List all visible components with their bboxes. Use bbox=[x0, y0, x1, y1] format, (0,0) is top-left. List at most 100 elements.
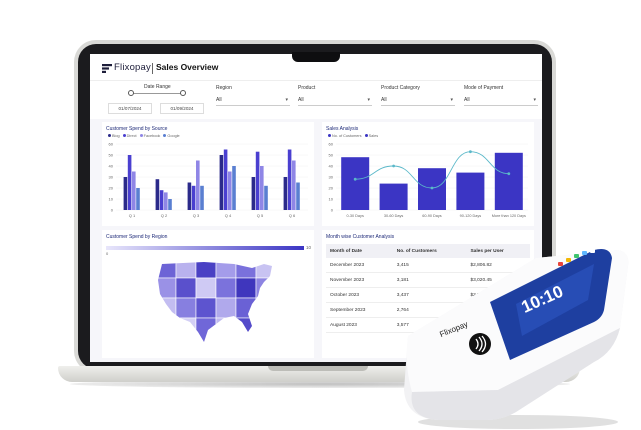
bar-google[interactable] bbox=[200, 185, 204, 210]
bar-facebook[interactable] bbox=[292, 160, 296, 211]
cell-month: October 2023 bbox=[326, 287, 393, 303]
sales-analysis-chart: 60 50 40 30 20 10 0 0-30 Days 30-60 Days 60-90 Da… bbox=[329, 141, 528, 218]
product-category-select[interactable]: All ▾ bbox=[381, 97, 455, 106]
product-category-select-value: All bbox=[381, 97, 387, 103]
bar-customers[interactable] bbox=[456, 172, 485, 210]
legend-swatch bbox=[139, 134, 143, 137]
legend-label: No. of Customers bbox=[332, 134, 362, 138]
bar-facebook[interactable] bbox=[228, 171, 232, 211]
mode-of-payment-label: Mode of Payment bbox=[464, 85, 504, 91]
bar-direct[interactable] bbox=[255, 151, 260, 210]
cell-month: November 2023 bbox=[326, 272, 393, 288]
bar-blog[interactable] bbox=[219, 155, 224, 210]
legend-label: Google bbox=[167, 134, 180, 138]
bar-google[interactable] bbox=[136, 188, 140, 210]
bar-google[interactable] bbox=[264, 185, 268, 210]
legend-swatch bbox=[122, 134, 126, 137]
spend-by-region-card: Customer Spend by Region 0 10 bbox=[102, 230, 314, 358]
spend-by-source-chart: 60 50 40 30 20 10 0 Q 1 Q 2 Q 3 Q 4 Q 5 Q 6 bbox=[109, 141, 308, 218]
contactless-icon bbox=[469, 333, 491, 355]
laptop-notch bbox=[292, 52, 340, 62]
sales-analysis-card: Sales Analysis No. of Customers Sales 60… bbox=[322, 122, 534, 226]
y-tick-label: 20 bbox=[329, 185, 334, 190]
bar-facebook[interactable] bbox=[196, 160, 200, 211]
region-select[interactable]: All ▾ bbox=[216, 97, 290, 106]
bar-blog[interactable] bbox=[283, 177, 288, 210]
mode-of-payment-select[interactable]: All ▾ bbox=[464, 97, 538, 106]
sales-point[interactable] bbox=[507, 172, 511, 176]
app-icon bbox=[558, 262, 563, 266]
header-divider bbox=[152, 63, 153, 74]
sales-point[interactable] bbox=[469, 150, 472, 154]
x-tick-label: Q 1 bbox=[129, 213, 136, 218]
bar-blog[interactable] bbox=[187, 182, 192, 211]
spend-by-source-card: Customer Spend by Source Blog Direct Fac… bbox=[102, 122, 314, 226]
mode-of-payment-select-value: All bbox=[464, 97, 470, 103]
spend-by-region-title: Customer Spend by Region bbox=[106, 234, 168, 240]
chevron-down-icon: ▾ bbox=[367, 97, 370, 103]
x-tick-label: 30-60 Days bbox=[384, 214, 404, 218]
bar-google[interactable] bbox=[232, 166, 236, 210]
bar-direct[interactable] bbox=[159, 190, 164, 210]
bar-direct[interactable] bbox=[127, 155, 132, 210]
y-tick-label: 0 bbox=[111, 207, 114, 212]
chevron-down-icon: ▾ bbox=[285, 97, 288, 103]
legend-swatch bbox=[163, 134, 167, 137]
legend-label: Direct bbox=[126, 134, 137, 138]
column-header[interactable]: Month of Date bbox=[326, 244, 393, 258]
sales-point[interactable] bbox=[392, 164, 395, 168]
spend-by-source-title: Customer Spend by Source bbox=[106, 126, 168, 132]
cell-month: August 2023 bbox=[326, 317, 393, 333]
date-range-slider[interactable] bbox=[128, 90, 186, 96]
region-color-scale bbox=[106, 246, 304, 250]
brand-name: Flixopay bbox=[114, 62, 151, 73]
sales-point[interactable] bbox=[353, 177, 357, 181]
bar-customers[interactable] bbox=[341, 157, 370, 210]
us-region-map[interactable] bbox=[156, 258, 276, 346]
bar-customers[interactable] bbox=[494, 152, 523, 210]
region-scale-min: 0 bbox=[106, 251, 109, 256]
bar-blog[interactable] bbox=[123, 177, 128, 210]
date-range-label: Date Range bbox=[144, 84, 171, 90]
chevron-down-icon: ▾ bbox=[533, 97, 536, 103]
y-tick-label: 60 bbox=[109, 141, 114, 146]
page-title: Sales Overview bbox=[156, 62, 219, 72]
date-range-end-handle[interactable] bbox=[180, 90, 186, 96]
region-label: Region bbox=[216, 85, 232, 91]
date-start-field[interactable]: 01/07/2024 bbox=[108, 103, 152, 114]
app-icon bbox=[590, 249, 595, 253]
spend-by-source-legend: Blog Direct Facebook Google bbox=[106, 134, 180, 138]
bar-direct[interactable] bbox=[191, 185, 196, 210]
bar-facebook[interactable] bbox=[132, 171, 136, 211]
bar-customers[interactable] bbox=[379, 183, 408, 210]
chevron-down-icon: ▾ bbox=[450, 97, 453, 103]
date-end-field[interactable]: 01/09/2024 bbox=[160, 103, 204, 114]
bar-blog[interactable] bbox=[251, 177, 256, 210]
laptop-trackpad-groove bbox=[268, 366, 368, 371]
bar-direct[interactable] bbox=[223, 149, 228, 211]
sales-point[interactable] bbox=[430, 186, 434, 190]
y-tick-label: 30 bbox=[329, 174, 334, 179]
x-tick-label: More than 120 Days bbox=[492, 214, 526, 218]
date-range-start-handle[interactable] bbox=[128, 90, 134, 96]
product-select[interactable]: All ▾ bbox=[298, 97, 372, 106]
payment-terminal: 10:10 Flixopay bbox=[404, 249, 629, 429]
y-tick-label: 10 bbox=[329, 196, 334, 201]
bar-google[interactable] bbox=[296, 182, 300, 211]
y-tick-label: 20 bbox=[109, 185, 114, 190]
filter-bar: Date Range 01/07/2024 01/09/2024 Region … bbox=[90, 80, 542, 119]
x-tick-label: 0-30 Days bbox=[347, 214, 364, 218]
y-tick-label: 30 bbox=[109, 174, 114, 179]
product-label: Product bbox=[298, 85, 316, 91]
bar-google[interactable] bbox=[168, 199, 172, 210]
x-tick-label: 90-120 Days bbox=[460, 214, 482, 218]
x-tick-label: Q 3 bbox=[193, 213, 200, 218]
bar-blog[interactable] bbox=[155, 179, 160, 210]
bar-facebook[interactable] bbox=[164, 192, 168, 210]
region-scale-max: 10 bbox=[306, 245, 312, 250]
legend-label: Blog bbox=[112, 134, 120, 138]
legend-swatch bbox=[328, 134, 331, 137]
bar-facebook[interactable] bbox=[260, 166, 264, 210]
y-tick-label: 50 bbox=[329, 152, 334, 157]
bar-direct[interactable] bbox=[287, 149, 292, 211]
